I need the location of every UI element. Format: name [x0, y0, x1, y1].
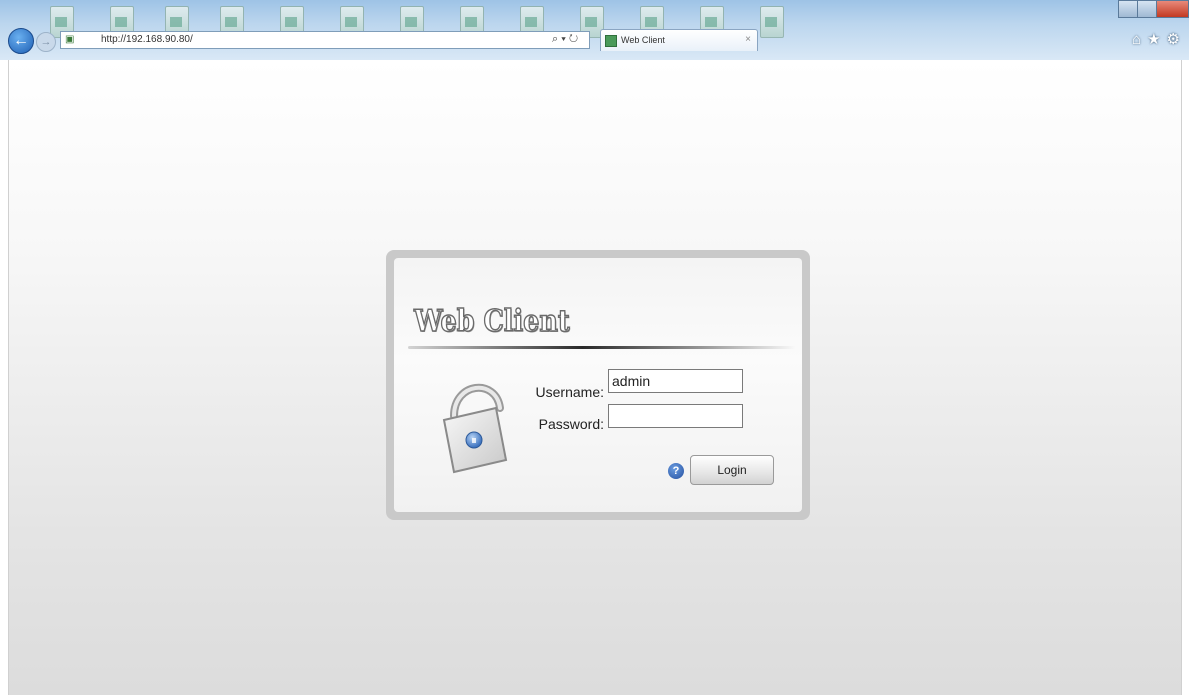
- login-panel: Web Client Username: Password:: [394, 258, 802, 512]
- tab-close-icon[interactable]: ×: [745, 34, 751, 45]
- desktop-file-icon: [760, 6, 784, 38]
- help-icon[interactable]: ?: [668, 463, 684, 479]
- maximize-icon[interactable]: [1137, 0, 1157, 18]
- password-input[interactable]: [608, 404, 743, 428]
- logo-divider: [408, 346, 796, 349]
- home-icon[interactable]: ⌂: [1132, 31, 1147, 48]
- web-client-logo: Web Client: [413, 303, 570, 340]
- page-icon: ▣: [65, 34, 75, 45]
- settings-gear-icon[interactable]: ⚙: [1167, 31, 1186, 48]
- back-arrow-icon[interactable]: ←: [8, 28, 34, 54]
- search-refresh-icons[interactable]: ⌕ ▾ ↻: [552, 33, 578, 46]
- address-url[interactable]: http://192.168.90.80/: [101, 34, 193, 45]
- favorites-star-icon[interactable]: ★: [1147, 31, 1166, 48]
- password-label: Password:: [538, 416, 604, 432]
- close-icon[interactable]: [1156, 0, 1189, 18]
- toolbar-right-icons: ⌂★⚙: [1132, 30, 1186, 48]
- tab-favicon-icon: [605, 35, 617, 47]
- window-controls: [1118, 0, 1189, 20]
- browser-toolbar: ← → ▣ http://192.168.90.80/ ⌕ ▾ ↻ Web Cl…: [0, 0, 1189, 60]
- minimize-icon[interactable]: [1118, 0, 1138, 18]
- forward-arrow-icon[interactable]: →: [36, 32, 56, 52]
- login-dialog: Web Client Username: Password:: [386, 250, 810, 520]
- tab-title: Web Client: [621, 35, 665, 45]
- username-input[interactable]: [608, 369, 743, 393]
- login-button[interactable]: Login: [690, 455, 774, 485]
- tab-web-client[interactable]: Web Client ×: [600, 29, 758, 51]
- username-label: Username:: [535, 384, 604, 400]
- address-bar[interactable]: ▣ http://192.168.90.80/: [60, 31, 590, 49]
- padlock-icon: [442, 383, 508, 474]
